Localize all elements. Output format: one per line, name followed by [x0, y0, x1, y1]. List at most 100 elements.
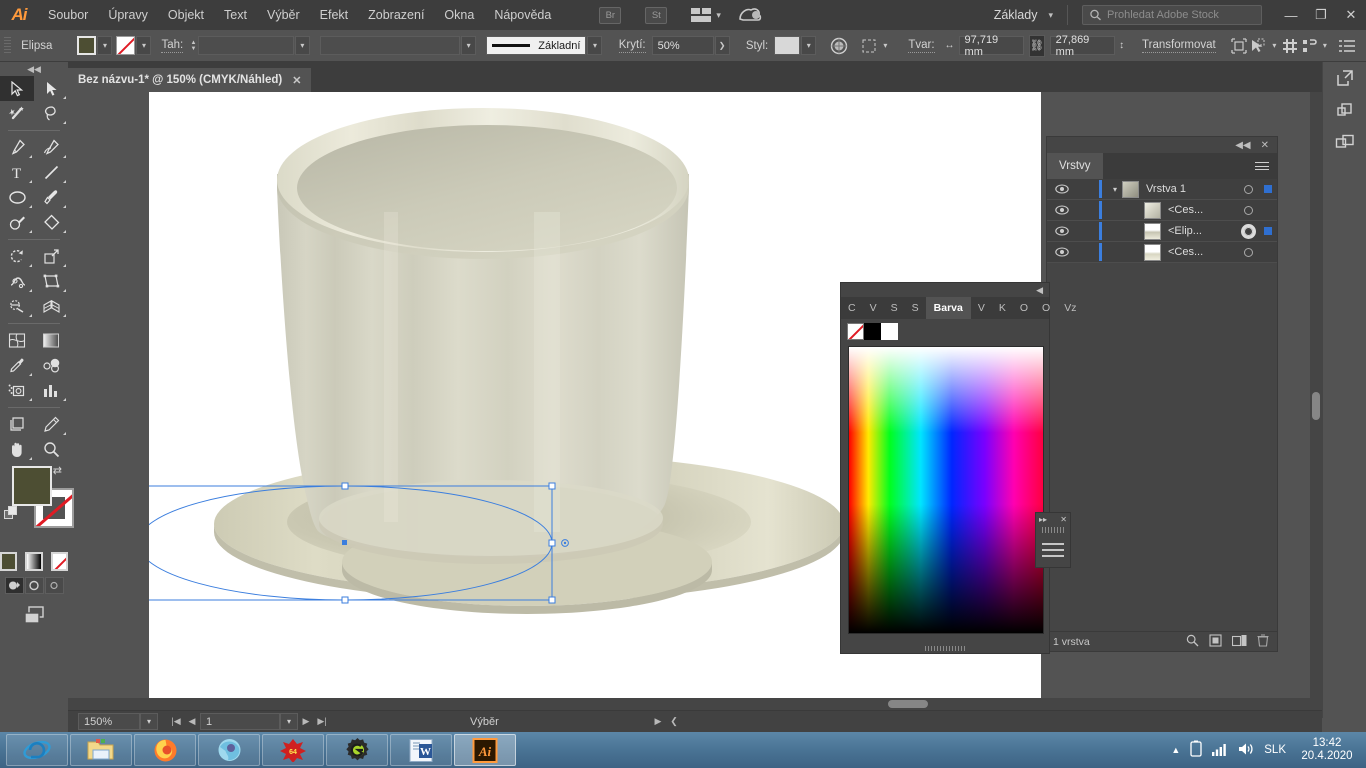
delete-selection-icon[interactable]	[1257, 634, 1269, 650]
menu-objekt[interactable]: Objekt	[158, 0, 214, 30]
arrange-chevron-icon[interactable]: ▾	[716, 10, 721, 21]
brush-dropdown-icon[interactable]: ▾	[587, 36, 602, 55]
opacity-expand-icon[interactable]: ❯	[715, 36, 730, 55]
layers-panel-menu-icon[interactable]	[1255, 153, 1277, 179]
column-graph-tool[interactable]	[34, 378, 68, 403]
tab-v1[interactable]: V	[863, 297, 884, 319]
graphic-style-dropdown-icon[interactable]: ▾	[801, 36, 816, 55]
create-new-sublayer-icon[interactable]	[1209, 634, 1222, 650]
transform-button[interactable]: Transformovat	[1142, 39, 1216, 53]
tab-s1[interactable]: S	[884, 297, 905, 319]
gradient-tool[interactable]	[34, 328, 68, 353]
target-indicator[interactable]	[1237, 248, 1259, 257]
creative-cloud-icon[interactable]	[737, 5, 763, 25]
stroke-weight-label[interactable]: Tah:	[161, 39, 183, 53]
change-screen-mode-icon[interactable]	[0, 604, 68, 626]
menu-text[interactable]: Text	[214, 0, 257, 30]
tab-vrstvy[interactable]: Vrstvy	[1047, 153, 1103, 179]
volume-icon[interactable]	[1238, 742, 1254, 759]
status-forward-icon[interactable]: ▶	[650, 716, 666, 727]
eraser-tool[interactable]	[34, 210, 68, 235]
mini-panel-grip[interactable]	[1042, 527, 1064, 533]
width-tool[interactable]	[0, 269, 34, 294]
stroke-weight-dropdown-icon[interactable]: ▾	[295, 36, 310, 55]
irfanview-taskbar-icon[interactable]: 64	[262, 734, 324, 766]
zoom-level-field[interactable]: 150%	[78, 713, 140, 730]
tab-s2[interactable]: S	[905, 297, 926, 319]
target-indicator[interactable]	[1237, 185, 1259, 194]
word-taskbar-icon[interactable]: W	[390, 734, 452, 766]
ellipse-tool[interactable]	[0, 185, 34, 210]
expand-layer-icon[interactable]: ▾	[1108, 185, 1122, 194]
maximize-restore-button[interactable]: ❐	[1306, 0, 1336, 30]
shape-label[interactable]: Tvar:	[908, 39, 934, 53]
shaper-tool[interactable]	[0, 210, 34, 235]
white-swatch[interactable]	[881, 323, 898, 340]
stock-button[interactable]: St	[645, 7, 667, 24]
status-back-icon[interactable]: ❮	[666, 716, 682, 727]
mini-panel-content[interactable]	[1036, 534, 1070, 566]
opacity-label[interactable]: Krytí:	[619, 39, 646, 53]
tab-barva[interactable]: Barva	[926, 297, 971, 319]
table-row[interactable]: <Ces...	[1047, 200, 1277, 221]
selection-indicator[interactable]	[1259, 185, 1277, 193]
expand-panels-icon[interactable]	[1323, 62, 1366, 94]
workspace-chevron-icon[interactable]: ▾	[1048, 10, 1053, 21]
next-artboard-icon[interactable]: ▶	[298, 716, 314, 727]
horizontal-scroll-thumb[interactable]	[888, 700, 928, 708]
color-spectrum[interactable]	[848, 346, 1044, 634]
visibility-toggle-icon[interactable]	[1047, 205, 1077, 215]
tab-o2[interactable]: O	[1035, 297, 1057, 319]
workspace-selector-label[interactable]: Základy	[986, 8, 1046, 22]
properties-panel-icon[interactable]	[1323, 94, 1366, 126]
menu-vyber[interactable]: Výběr	[257, 0, 310, 30]
lasso-tool[interactable]	[34, 101, 68, 126]
arrange-documents-icon[interactable]	[691, 8, 713, 22]
adobe-stock-search[interactable]: Prohledat Adobe Stock	[1082, 5, 1262, 25]
menu-napoveda[interactable]: Nápověda	[484, 0, 561, 30]
layer-name[interactable]: <Ces...	[1168, 204, 1237, 216]
menu-zobrazeni[interactable]: Zobrazení	[358, 0, 434, 30]
collapse-color-panel-icon[interactable]: ◀	[1036, 285, 1043, 296]
layer-name[interactable]: <Ces...	[1168, 246, 1237, 258]
direct-selection-tool[interactable]	[34, 76, 68, 101]
none-fill-icon[interactable]	[51, 552, 68, 571]
paintbrush-tool[interactable]	[34, 185, 68, 210]
free-transform-tool[interactable]	[34, 269, 68, 294]
stroke-color-control[interactable]: ▾	[116, 36, 151, 55]
target-indicator[interactable]	[1237, 227, 1259, 236]
shape-builder-tool[interactable]	[0, 294, 34, 319]
stroke-swatch-none[interactable]	[116, 36, 135, 55]
fullscreen-with-menu-icon[interactable]	[25, 577, 44, 594]
fill-dropdown-icon[interactable]: ▾	[97, 36, 112, 55]
brush-definition-value[interactable]: Základní	[486, 36, 586, 55]
distribute-dropdown-icon[interactable]: ▾	[1319, 36, 1331, 55]
target-indicator[interactable]	[1237, 206, 1259, 215]
expand-mini-panel-icon[interactable]: ▸▸	[1039, 515, 1047, 524]
signal-icon[interactable]	[1212, 742, 1228, 759]
close-mini-panel-icon[interactable]: ✕	[1060, 515, 1067, 524]
gear-app-taskbar-icon[interactable]	[326, 734, 388, 766]
tab-v2[interactable]: V	[971, 297, 992, 319]
locate-object-icon[interactable]	[1186, 634, 1199, 650]
menu-soubor[interactable]: Soubor	[38, 0, 98, 30]
artboard-dropdown-icon[interactable]: ▾	[280, 713, 298, 730]
tab-c[interactable]: C	[841, 297, 863, 319]
distribute-objects-icon[interactable]	[1299, 35, 1318, 57]
artboard-number-field[interactable]: 1	[200, 713, 280, 730]
table-row[interactable]: ▾ Vrstva 1	[1047, 179, 1277, 200]
artboard-tool[interactable]	[0, 412, 34, 437]
blend-tool[interactable]	[34, 353, 68, 378]
constrain-proportions-button[interactable]: ⛓	[1029, 35, 1045, 57]
collapse-panel-icon[interactable]: ◀◀	[1235, 140, 1250, 151]
stroke-weight-field[interactable]: ▾	[198, 36, 310, 55]
tools-panel-gripper[interactable]: ◀◀	[0, 62, 68, 76]
normal-screen-icon[interactable]	[5, 577, 24, 594]
canvas-vertical-scrollbar[interactable]	[1310, 92, 1322, 710]
internet-explorer-taskbar-icon[interactable]	[6, 734, 68, 766]
selection-indicator[interactable]	[1259, 227, 1277, 235]
stroke-profile-control[interactable]: ▾	[320, 36, 476, 55]
layer-name[interactable]: Vrstva 1	[1146, 183, 1237, 195]
zoom-tool[interactable]	[34, 437, 68, 462]
close-panel-icon[interactable]: ✕	[1261, 140, 1269, 151]
